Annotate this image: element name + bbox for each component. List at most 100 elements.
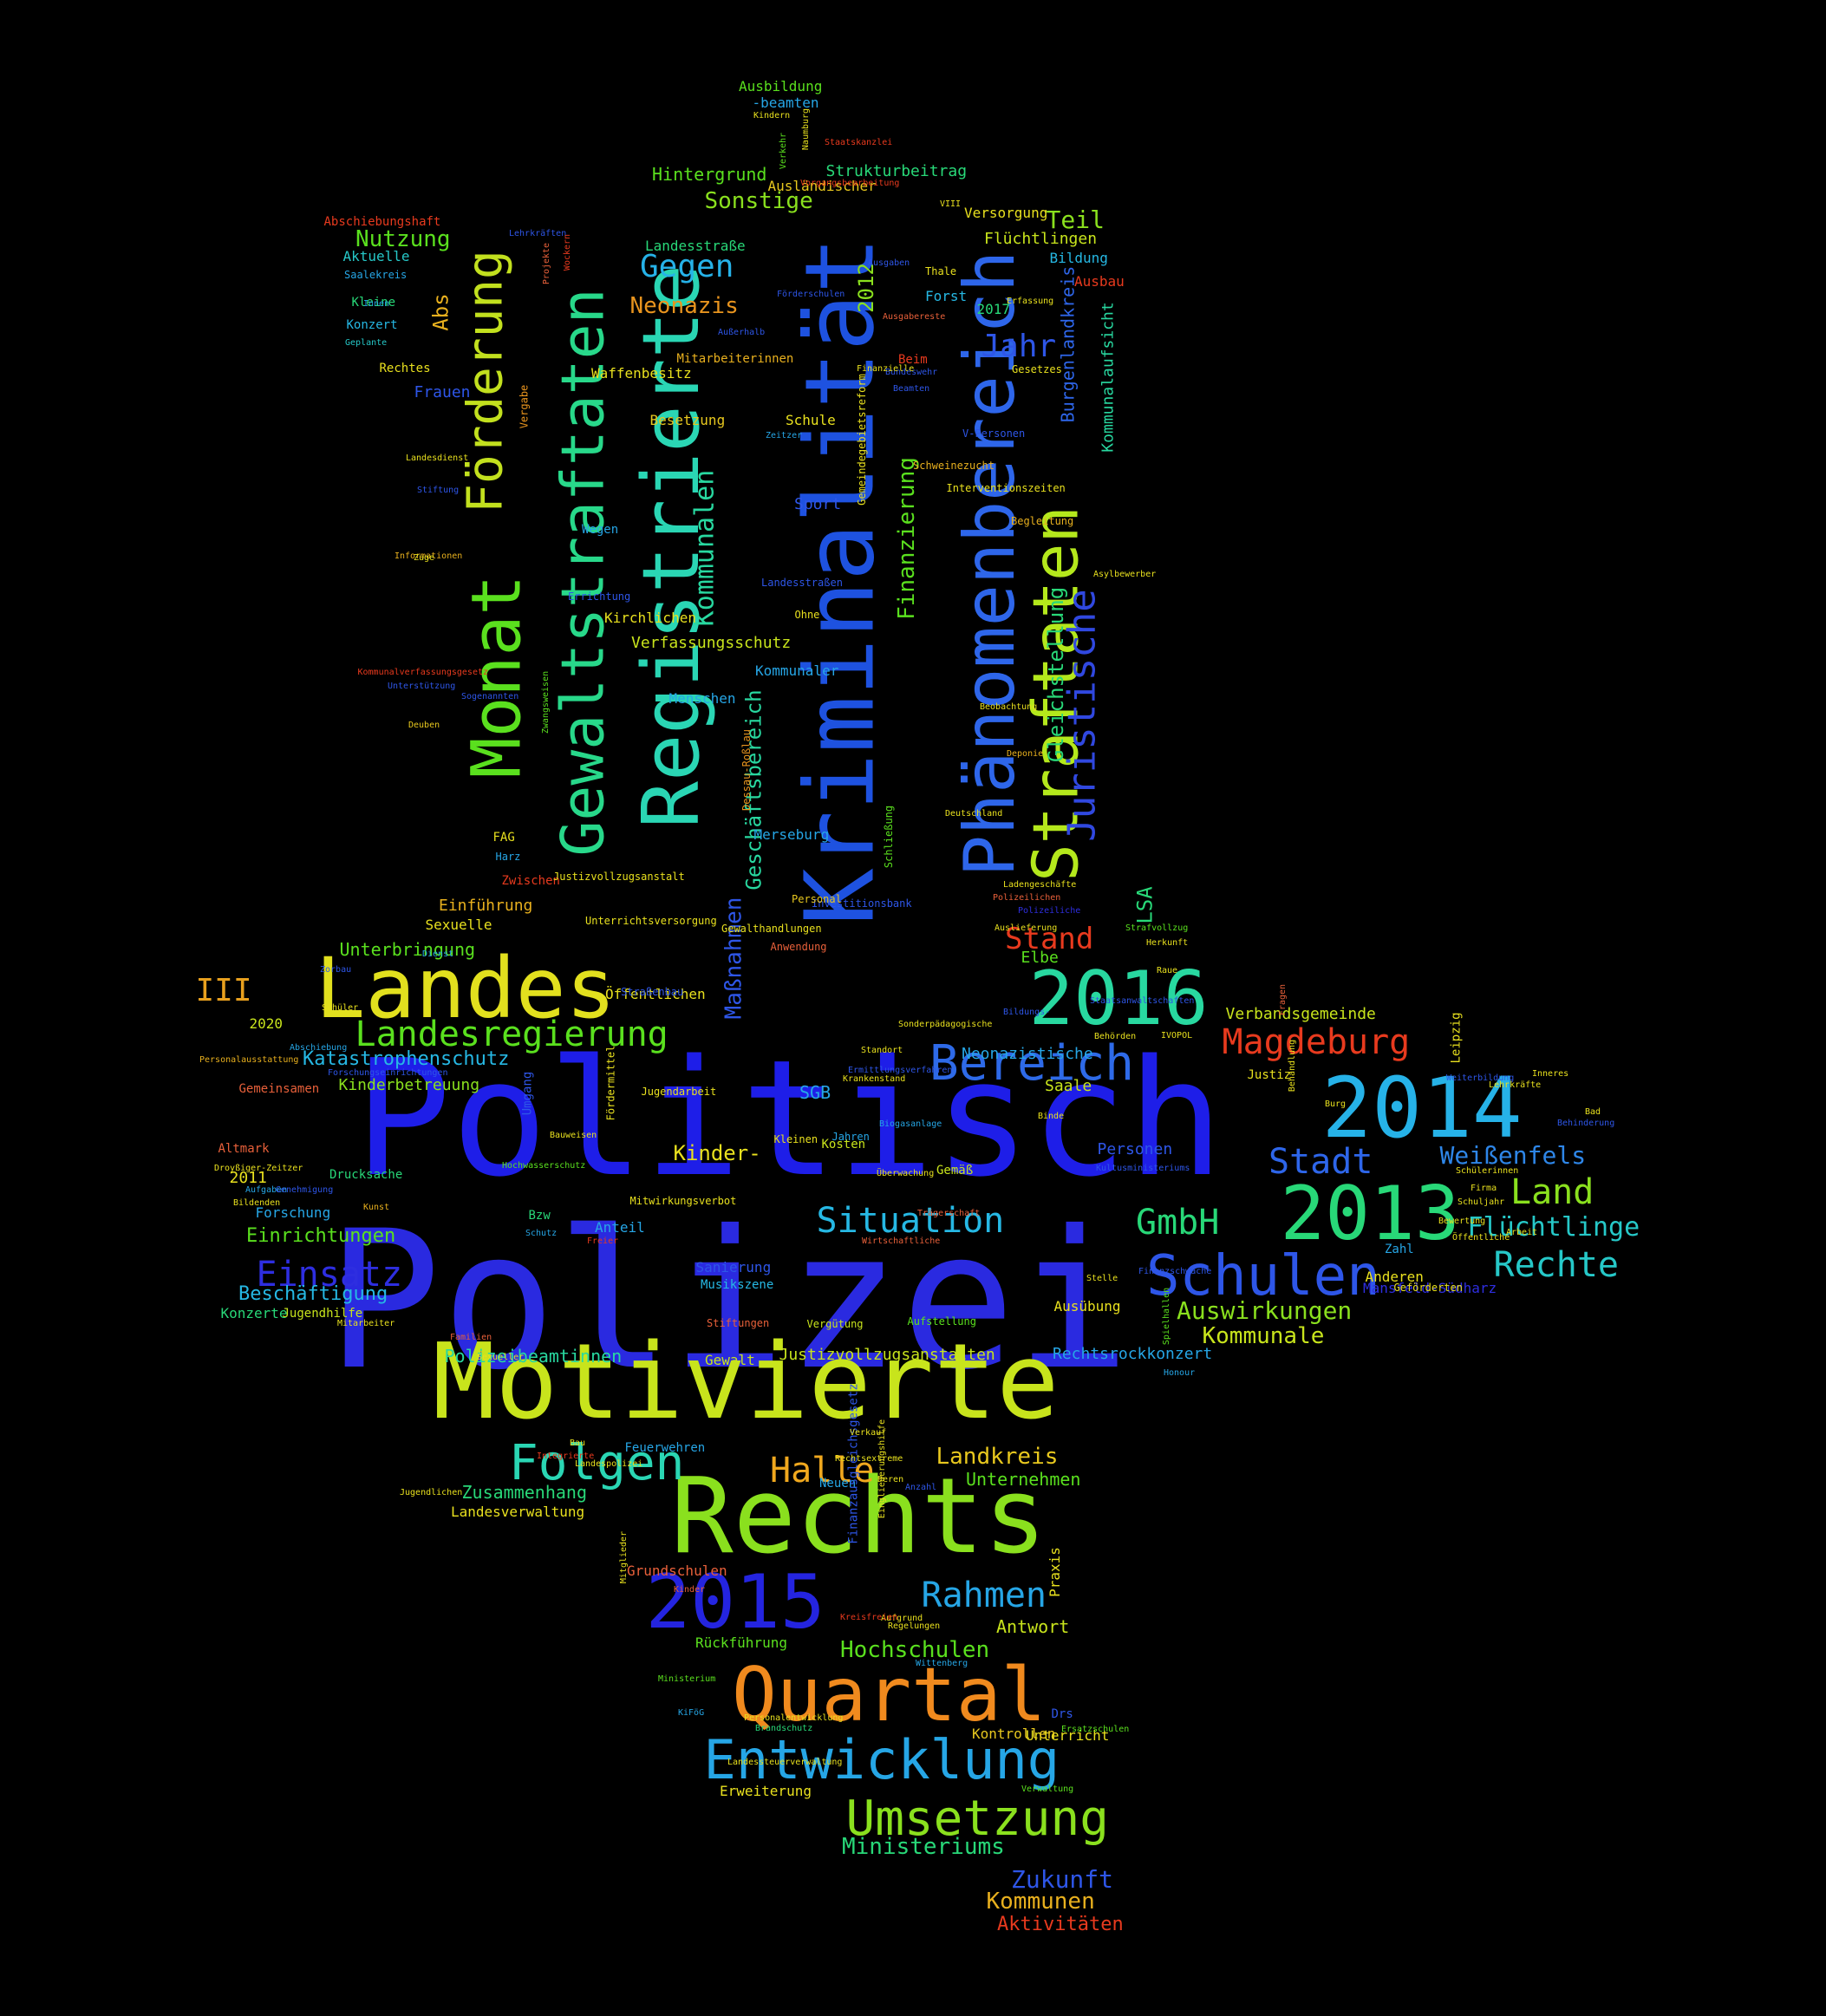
cloud-word: Menschen: [668, 690, 736, 707]
cloud-word: Anteil: [595, 1219, 645, 1236]
cloud-word: Projekte: [542, 242, 552, 285]
cloud-word: Zwangsweisen: [541, 670, 551, 734]
cloud-word: Sexueller: [477, 1353, 525, 1362]
cloud-word: Burg: [1325, 1099, 1347, 1109]
cloud-word: Mitarbeiter: [337, 1319, 395, 1328]
cloud-word: Unterrichtsversorgung: [585, 915, 717, 927]
cloud-word: Kinder-: [673, 1141, 761, 1165]
cloud-word: Lehrkräfte: [1489, 1080, 1542, 1090]
cloud-word: Jugendarbeit: [641, 1086, 717, 1098]
cloud-word: Praxis: [1046, 1547, 1063, 1597]
cloud-word: Personalausstattung: [199, 1055, 299, 1065]
cloud-word: Mitwirkungsverbot: [629, 1195, 737, 1207]
cloud-word: Personen: [1097, 1140, 1173, 1158]
cloud-word: Straßenbau: [621, 986, 684, 998]
cloud-word: Verkehr: [779, 132, 789, 170]
cloud-word: Bildung: [1049, 250, 1108, 266]
cloud-word: Grundschulen: [627, 1563, 727, 1579]
cloud-word: IVOPOL: [1161, 1031, 1193, 1041]
cloud-word: Konzert: [346, 318, 398, 332]
cloud-word: Aufstellung: [907, 1315, 976, 1328]
cloud-word: Justizvollzugsanstalten: [779, 1346, 995, 1364]
cloud-word: Landesverwaltung: [451, 1504, 585, 1520]
cloud-word: Mitglieder: [619, 1530, 629, 1584]
cloud-word: Vergütung: [806, 1318, 864, 1330]
cloud-word: Altmark: [218, 1142, 270, 1156]
cloud-word: Katastrophenschutz: [303, 1048, 510, 1070]
cloud-word: Inneres: [1532, 1069, 1569, 1079]
cloud-word: Deutschland: [945, 809, 1003, 819]
cloud-word: Finanzierung: [893, 457, 920, 620]
cloud-word: Maßnahmen: [720, 897, 747, 1020]
cloud-word: Asylbewerber: [1093, 570, 1157, 579]
cloud-word: Finanzielle: [857, 364, 915, 374]
cloud-word: Honour: [1164, 1368, 1196, 1378]
cloud-word: Unterbringung: [339, 939, 476, 960]
cloud-word: Brandschutz: [755, 1724, 813, 1733]
cloud-word: Land: [1510, 1172, 1594, 1212]
cloud-word: Raue: [1157, 966, 1178, 975]
cloud-word: Binde: [1038, 1112, 1065, 1121]
cloud-word: Beobachtung: [980, 702, 1038, 712]
cloud-word: Personal: [792, 893, 842, 905]
cloud-word: Merseburg: [753, 826, 830, 843]
cloud-word: Abs: [428, 293, 453, 331]
cloud-word: Förderschulen: [777, 290, 845, 299]
cloud-word: Ausgabereste: [883, 312, 946, 322]
cloud-word: Ladengeschäfte: [1003, 880, 1077, 890]
cloud-word: Kommunaler: [755, 662, 839, 679]
cloud-word: Kontrollen: [972, 1726, 1056, 1742]
cloud-word: Polizeibeamtinnen: [444, 1346, 623, 1367]
cloud-word: Wockern: [563, 233, 573, 271]
cloud-word: Schülerinnen: [1456, 1166, 1519, 1176]
cloud-word: Spielhallen: [1162, 1287, 1172, 1346]
cloud-word: Landesregierung: [355, 1015, 668, 1054]
cloud-word: Staatsanwaltschaften: [1090, 996, 1195, 1006]
cloud-word: Zeitzer: [766, 431, 803, 440]
cloud-word: Kommunale: [1202, 1323, 1325, 1349]
cloud-word: Genehmigung: [276, 1185, 334, 1195]
cloud-word: Kreisfreien: [840, 1613, 898, 1622]
cloud-word: Rückführung: [695, 1634, 787, 1651]
cloud-word: Mitarbeiterinnen: [676, 352, 794, 366]
cloud-word: Landesstraße: [645, 238, 746, 254]
cloud-word: VIII: [940, 199, 962, 209]
cloud-word: Gegen: [640, 249, 734, 284]
cloud-word: Sanierung: [695, 1259, 772, 1275]
cloud-word: Außerhalb: [718, 328, 766, 337]
cloud-word: Rechtsrockkonzert: [1053, 1345, 1213, 1363]
cloud-word: Neonazis: [629, 293, 739, 319]
cloud-word: Fragen: [1278, 983, 1288, 1016]
cloud-word: Wittenberg: [916, 1659, 968, 1668]
cloud-word: Verbandsgemeinde: [1225, 1005, 1376, 1023]
cloud-word: Polizeilichen: [993, 893, 1061, 903]
cloud-word: Ersatzschulen: [1061, 1725, 1130, 1734]
cloud-word: Einführung: [439, 897, 533, 915]
cloud-word: Zusammenhang: [461, 1482, 588, 1503]
cloud-word: Saalekreis: [344, 269, 408, 281]
cloud-word: Dessau-Roßlau: [740, 729, 753, 811]
cloud-word: Abschiebungshaft: [323, 215, 441, 229]
cloud-word: Verwaltung: [1021, 1784, 1074, 1794]
cloud-word: Herkunft: [1146, 938, 1189, 948]
cloud-word: Justizvollzugsanstalt: [553, 871, 685, 883]
cloud-word: Gemeinsamen: [238, 1082, 320, 1096]
cloud-word: Trägerschaft: [917, 1209, 981, 1218]
cloud-word: Naumburg: [801, 108, 812, 151]
cloud-word: Biogasanlage: [879, 1119, 942, 1129]
cloud-word: Polizeiliche: [1018, 906, 1081, 916]
cloud-word: Unternehmen: [966, 1469, 1081, 1490]
cloud-word: Kunst: [363, 1203, 390, 1212]
cloud-word: Forschungseinrichtungen: [328, 1068, 448, 1078]
cloud-word: Musikszene: [701, 1278, 774, 1292]
cloud-word: Weißenfels: [1439, 1141, 1587, 1170]
cloud-word: Beamten: [893, 384, 930, 394]
cloud-word: Rahmen: [921, 1576, 1047, 1615]
cloud-word: Finanzausgleichsgesetz: [846, 1383, 861, 1544]
cloud-word: Vorgangsbearbeitung: [800, 179, 900, 188]
cloud-word: Unterstützung: [388, 682, 456, 691]
cloud-word: Umgang: [519, 1071, 534, 1116]
cloud-word: Zahl: [1385, 1243, 1414, 1256]
cloud-word: Feuerwehren: [624, 1441, 706, 1455]
cloud-word: Stelle: [1086, 1274, 1118, 1283]
